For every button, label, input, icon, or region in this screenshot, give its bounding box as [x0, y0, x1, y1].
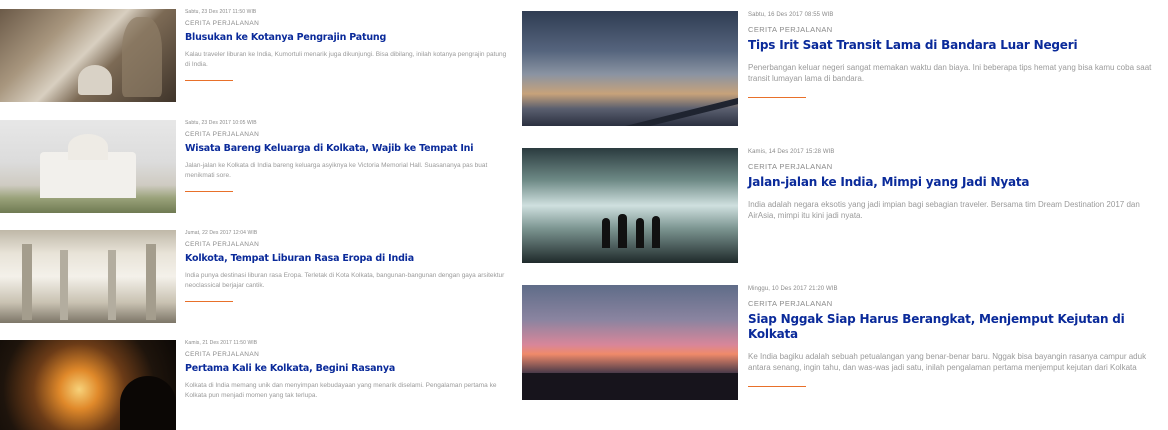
article-thumbnail[interactable] — [0, 120, 176, 213]
article-thumbnail[interactable] — [0, 230, 176, 323]
article-date: Kamis, 14 Des 2017 15:28 WIB — [748, 149, 835, 155]
thumbnail-silhouette — [120, 376, 176, 430]
article-category[interactable]: CERITA PERJALANAN — [185, 20, 507, 28]
article-date: Sabtu, 16 Des 2017 08:55 WIB — [748, 12, 834, 18]
article-info: Jumat, 22 Des 2017 12:04 WIB CERITA PERJ… — [176, 230, 507, 323]
article-category[interactable]: CERITA PERJALANAN — [748, 25, 1154, 34]
article-category[interactable]: CERITA PERJALANAN — [748, 299, 1168, 308]
thumbnail-skyline — [522, 373, 738, 400]
article-title[interactable]: Jalan-jalan ke India, Mimpi yang Jadi Ny… — [748, 175, 1154, 190]
article-card[interactable]: Sabtu, 16 Des 2017 08:55 WIB CERITA PERJ… — [522, 11, 1154, 126]
thumbnail-person — [636, 218, 644, 248]
thumbnail-person — [618, 214, 627, 248]
article-info: Sabtu, 23 Des 2017 10:05 WIB CERITA PERJ… — [176, 120, 507, 213]
article-title[interactable]: Blusukan ke Kotanya Pengrajin Patung — [185, 31, 507, 44]
article-excerpt: India punya destinasi liburan rasa Eropa… — [185, 272, 505, 289]
article-date: Jumat, 22 Des 2017 12:04 WIB — [185, 230, 258, 236]
article-thumbnail[interactable] — [0, 340, 176, 430]
article-thumbnail[interactable] — [522, 148, 738, 263]
article-info: Sabtu, 23 Des 2017 11:50 WIB CERITA PERJ… — [176, 9, 507, 102]
article-info: Kamis, 14 Des 2017 15:28 WIB CERITA PERJ… — [738, 148, 1154, 263]
thumbnail-person — [652, 216, 660, 248]
article-card[interactable]: Kamis, 21 Des 2017 11:50 WIB CERITA PERJ… — [0, 340, 507, 430]
article-title[interactable]: Wisata Bareng Keluarga di Kolkata, Wajib… — [185, 142, 507, 155]
thumbnail-dome — [68, 134, 108, 160]
article-category[interactable]: CERITA PERJALANAN — [185, 131, 507, 139]
article-card[interactable]: Minggu, 10 Des 2017 21:20 WIB CERITA PER… — [522, 285, 1168, 400]
thumbnail-column — [22, 244, 32, 320]
accent-divider — [748, 386, 806, 387]
accent-divider — [185, 191, 233, 192]
accent-divider — [748, 97, 806, 98]
thumbnail-column — [108, 250, 116, 320]
article-card[interactable]: Kamis, 14 Des 2017 15:28 WIB CERITA PERJ… — [522, 148, 1154, 263]
article-title[interactable]: Pertama Kali ke Kolkata, Begini Rasanya — [185, 362, 507, 375]
article-excerpt: Penerbangan keluar negeri sangat memakan… — [748, 63, 1152, 83]
article-date: Minggu, 10 Des 2017 21:20 WIB — [748, 286, 838, 292]
article-card[interactable]: Sabtu, 23 Des 2017 11:50 WIB CERITA PERJ… — [0, 9, 507, 102]
article-title[interactable]: Tips Irit Saat Transit Lama di Bandara L… — [748, 38, 1154, 53]
article-thumbnail[interactable] — [522, 11, 738, 126]
article-title[interactable]: Kolkota, Tempat Liburan Rasa Eropa di In… — [185, 252, 507, 265]
article-date: Sabtu, 23 Des 2017 10:05 WIB — [185, 120, 257, 126]
article-excerpt: India adalah negara eksotis yang jadi im… — [748, 200, 1140, 220]
article-category[interactable]: CERITA PERJALANAN — [185, 351, 507, 359]
article-thumbnail[interactable] — [522, 285, 738, 400]
article-category[interactable]: CERITA PERJALANAN — [185, 241, 507, 249]
thumbnail-figure — [78, 65, 112, 95]
article-excerpt: Kolkata di India memang unik dan menyimp… — [185, 382, 497, 399]
article-info: Kamis, 21 Des 2017 11:50 WIB CERITA PERJ… — [176, 340, 507, 430]
article-info: Minggu, 10 Des 2017 21:20 WIB CERITA PER… — [738, 285, 1168, 400]
thumbnail-column — [60, 250, 68, 320]
thumbnail-wing — [595, 97, 738, 126]
article-card[interactable]: Sabtu, 23 Des 2017 10:05 WIB CERITA PERJ… — [0, 120, 507, 213]
thumbnail-column — [146, 244, 156, 320]
article-category[interactable]: CERITA PERJALANAN — [748, 162, 1154, 171]
thumbnail-figure — [122, 17, 162, 97]
thumbnail-person — [602, 218, 610, 248]
article-thumbnail[interactable] — [0, 9, 176, 102]
article-card[interactable]: Jumat, 22 Des 2017 12:04 WIB CERITA PERJ… — [0, 230, 507, 323]
article-title[interactable]: Siap Nggak Siap Harus Berangkat, Menjemp… — [748, 312, 1168, 342]
article-excerpt: Ke India bagiku adalah sebuah petualanga… — [748, 352, 1147, 372]
article-info: Sabtu, 16 Des 2017 08:55 WIB CERITA PERJ… — [738, 11, 1154, 126]
article-excerpt: Jalan-jalan ke Kolkata di India bareng k… — [185, 162, 488, 179]
article-date: Kamis, 21 Des 2017 11:50 WIB — [185, 340, 258, 346]
accent-divider — [185, 301, 233, 302]
article-excerpt: Kalau traveler liburan ke India, Kumortu… — [185, 51, 507, 68]
accent-divider — [185, 80, 233, 81]
article-date: Sabtu, 23 Des 2017 11:50 WIB — [185, 9, 257, 15]
